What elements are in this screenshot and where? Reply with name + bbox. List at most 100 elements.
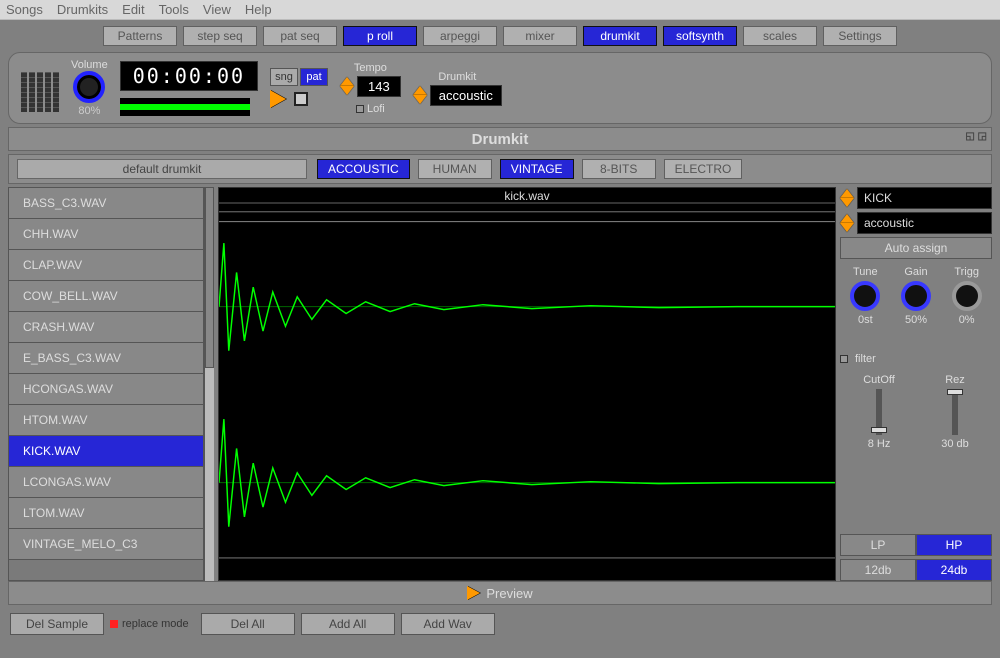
- kit-8-bits[interactable]: 8-BITS: [582, 159, 656, 179]
- tab-settings[interactable]: Settings: [823, 26, 897, 46]
- kit-vintage[interactable]: VINTAGE: [500, 159, 574, 179]
- drumkit-value[interactable]: accoustic: [430, 85, 502, 106]
- sample-item[interactable]: CLAP.WAV: [9, 250, 203, 281]
- menu-help[interactable]: Help: [245, 2, 272, 17]
- replace-mode-toggle[interactable]: replace mode: [110, 618, 189, 630]
- drumkit-label: Drumkit: [413, 71, 502, 83]
- slot-field[interactable]: KICK: [857, 187, 992, 209]
- song-mode-button[interactable]: sng: [270, 68, 298, 86]
- waveform-view[interactable]: [218, 203, 836, 581]
- tempo-spinner[interactable]: [340, 77, 354, 95]
- slot-spinner[interactable]: [840, 189, 854, 207]
- waveform-panel: kick.wav: [218, 187, 836, 581]
- menu-songs[interactable]: Songs: [6, 2, 43, 17]
- sample-item[interactable]: VINTAGE_MELO_C3: [9, 529, 203, 560]
- filter-label: filter: [855, 353, 876, 365]
- kit-human[interactable]: HUMAN: [418, 159, 492, 179]
- section-header: Drumkit ◱ ◲: [8, 127, 992, 151]
- volume-value: 80%: [78, 105, 100, 117]
- menu-view[interactable]: View: [203, 2, 231, 17]
- filter-checkbox[interactable]: [840, 355, 848, 363]
- sample-item[interactable]: CHH.WAV: [9, 219, 203, 250]
- sample-item[interactable]: KICK.WAV: [9, 436, 203, 467]
- rez-label: Rez: [945, 374, 965, 386]
- tab-scales[interactable]: scales: [743, 26, 817, 46]
- sample-item[interactable]: CRASH.WAV: [9, 312, 203, 343]
- tab-p-roll[interactable]: p roll: [343, 26, 417, 46]
- 24db-button[interactable]: 24db: [916, 559, 992, 581]
- kit-picker-row: default drumkit ACCOUSTIC HUMAN VINTAGE 8-B…: [8, 154, 992, 184]
- tune-label: Tune: [853, 266, 878, 278]
- bottom-toolbar: Del Sample replace mode Del All Add All …: [0, 605, 1000, 643]
- lofi-checkbox[interactable]: [356, 105, 364, 113]
- trigg-knob[interactable]: [952, 281, 982, 311]
- sample-item[interactable]: LTOM.WAV: [9, 498, 203, 529]
- song-progress[interactable]: [120, 98, 250, 116]
- window-controls[interactable]: ◱ ◲: [965, 131, 987, 142]
- bank-field[interactable]: accoustic: [857, 212, 992, 234]
- tune-value: 0st: [858, 314, 873, 326]
- play-icon[interactable]: [270, 90, 286, 108]
- sample-item[interactable]: E_BASS_C3.WAV: [9, 343, 203, 374]
- sample-item[interactable]: LCONGAS.WAV: [9, 467, 203, 498]
- replace-mode-label: replace mode: [122, 618, 189, 630]
- tempo-value[interactable]: 143: [357, 76, 401, 97]
- time-display: 00:00:00: [120, 61, 258, 91]
- del-all-button[interactable]: Del All: [201, 613, 295, 635]
- sample-item[interactable]: BASS_C3.WAV: [9, 188, 203, 219]
- preview-row[interactable]: Preview: [8, 581, 992, 605]
- hp-button[interactable]: HP: [916, 534, 992, 556]
- trigg-label: Trigg: [954, 266, 979, 278]
- lofi-label: Lofi: [367, 103, 385, 115]
- lp-button[interactable]: LP: [840, 534, 916, 556]
- cutoff-slider[interactable]: [876, 389, 882, 435]
- tune-knob[interactable]: [850, 281, 880, 311]
- menu-tools[interactable]: Tools: [159, 2, 189, 17]
- tab-softsynth[interactable]: softsynth: [663, 26, 737, 46]
- tab-pat-seq[interactable]: pat seq: [263, 26, 337, 46]
- 12db-button[interactable]: 12db: [840, 559, 916, 581]
- sample-item[interactable]: COW_BELL.WAV: [9, 281, 203, 312]
- del-sample-button[interactable]: Del Sample: [10, 613, 104, 635]
- add-wav-button[interactable]: Add Wav: [401, 613, 495, 635]
- tab-patterns[interactable]: Patterns: [103, 26, 177, 46]
- volume-block: Volume 80%: [71, 59, 108, 117]
- menu-bar: Songs Drumkits Edit Tools View Help: [0, 0, 1000, 20]
- current-kit-field[interactable]: default drumkit: [17, 159, 307, 179]
- sample-list: BASS_C3.WAVCHH.WAVCLAP.WAVCOW_BELL.WAVCR…: [8, 187, 204, 581]
- vu-meter: [21, 64, 59, 112]
- trigg-value: 0%: [959, 314, 975, 326]
- bank-spinner[interactable]: [840, 214, 854, 232]
- waveform-title: kick.wav: [218, 187, 836, 203]
- tab-mixer[interactable]: mixer: [503, 26, 577, 46]
- menu-edit[interactable]: Edit: [122, 2, 144, 17]
- tab-arpeggi[interactable]: arpeggi: [423, 26, 497, 46]
- section-title: Drumkit: [472, 131, 529, 148]
- stop-icon[interactable]: [294, 92, 308, 106]
- kit-electro[interactable]: ELECTRO: [664, 159, 743, 179]
- volume-label: Volume: [71, 59, 108, 71]
- tempo-label: Tempo: [354, 62, 387, 74]
- sample-item[interactable]: HTOM.WAV: [9, 405, 203, 436]
- replace-mode-indicator: [110, 620, 118, 628]
- preview-play-icon[interactable]: [467, 586, 480, 600]
- drumkit-spinner[interactable]: [413, 86, 427, 104]
- gain-value: 50%: [905, 314, 927, 326]
- cutoff-label: CutOff: [863, 374, 895, 386]
- menu-drumkits[interactable]: Drumkits: [57, 2, 108, 17]
- add-all-button[interactable]: Add All: [301, 613, 395, 635]
- sample-list-wrap: BASS_C3.WAVCHH.WAVCLAP.WAVCOW_BELL.WAVCR…: [8, 187, 214, 581]
- gain-label: Gain: [904, 266, 927, 278]
- kit-accoustic[interactable]: ACCOUSTIC: [317, 159, 410, 179]
- rez-slider[interactable]: [952, 389, 958, 435]
- gain-knob[interactable]: [901, 281, 931, 311]
- view-tabs: Patterns step seq pat seq p roll arpeggi mixe…: [0, 20, 1000, 49]
- sample-item[interactable]: HCONGAS.WAV: [9, 374, 203, 405]
- tab-step-seq[interactable]: step seq: [183, 26, 257, 46]
- auto-assign-button[interactable]: Auto assign: [840, 237, 992, 259]
- pattern-mode-button[interactable]: pat: [300, 68, 328, 86]
- sample-list-scrollbar[interactable]: [204, 187, 214, 581]
- tab-drumkit[interactable]: drumkit: [583, 26, 657, 46]
- preview-label: Preview: [486, 586, 532, 601]
- volume-knob[interactable]: [73, 71, 105, 103]
